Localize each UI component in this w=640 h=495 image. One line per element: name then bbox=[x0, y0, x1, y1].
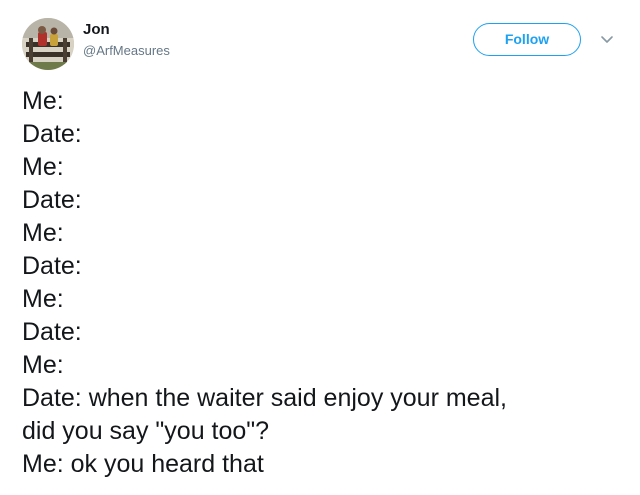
tweet-line: Me: bbox=[22, 219, 64, 247]
tweet-line: Me: bbox=[22, 285, 64, 313]
author-handle[interactable]: @ArfMeasures bbox=[83, 43, 170, 59]
tweet-line: Date: bbox=[22, 186, 82, 214]
chevron-down-icon[interactable] bbox=[600, 35, 614, 45]
tweet-line: Me: ok you heard that bbox=[22, 450, 264, 478]
tweet-line: Me: bbox=[22, 153, 64, 181]
tweet-line: Date: bbox=[22, 318, 82, 346]
follow-button[interactable]: Follow bbox=[473, 23, 581, 56]
tweet-header: Jon @ArfMeasures Follow bbox=[22, 18, 622, 72]
avatar[interactable] bbox=[22, 18, 74, 70]
tweet-line: did you say "you too"? bbox=[22, 417, 270, 445]
profile-photo-icon bbox=[22, 18, 74, 70]
tweet-text: Me: Date: Me: Date: Me: Date: Me: Date: … bbox=[22, 85, 622, 481]
tweet-line: Date: bbox=[22, 120, 82, 148]
tweet-card: Jon @ArfMeasures Follow Me: Date: Me: Da… bbox=[0, 0, 640, 495]
author-display-name[interactable]: Jon bbox=[83, 21, 170, 39]
tweet-line: Date: when the waiter said enjoy your me… bbox=[22, 384, 507, 412]
tweet-line: Me: bbox=[22, 87, 64, 115]
tweet-line: Me: bbox=[22, 351, 64, 379]
tweet-line: Date: bbox=[22, 252, 82, 280]
author-names: Jon @ArfMeasures bbox=[83, 21, 170, 59]
